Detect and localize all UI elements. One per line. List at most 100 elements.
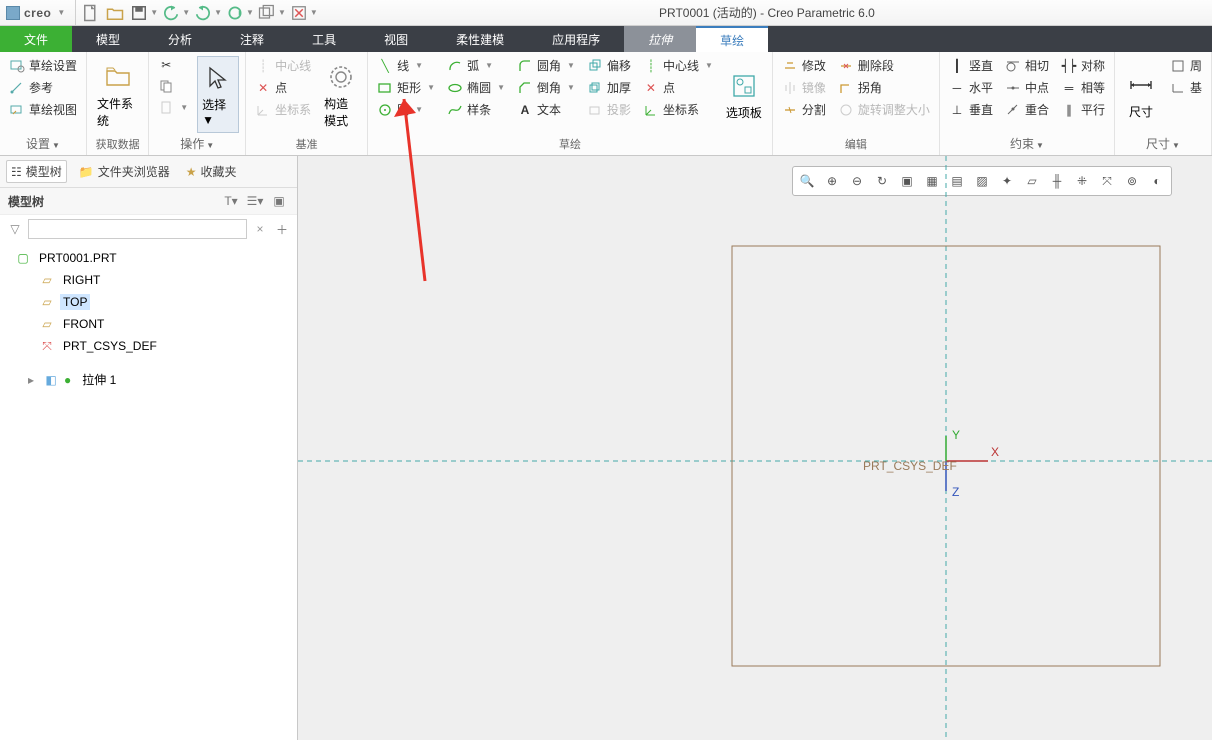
tree-csys[interactable]: ⤧PRT_CSYS_DEF: [12, 335, 297, 357]
canvas[interactable]: 🔍 ⊕ ⊖ ↻ ▣ ▦ ▤ ▨ ✦ ▱ ╫ ⁜ ⤧ ⊚ ◐: [298, 156, 1212, 740]
menu-bar: 文件 模型 分析 注释 工具 视图 柔性建模 应用程序 拉伸 草绘: [0, 26, 1212, 52]
spline-label: 样条: [467, 101, 491, 118]
construct-mode-button[interactable]: 构造模式: [320, 56, 361, 134]
tree-right[interactable]: ▱RIGHT: [12, 269, 297, 291]
corner-button[interactable]: 拐角: [835, 78, 933, 97]
chamfer-button[interactable]: 倒角▼: [514, 78, 578, 97]
clear-search-button[interactable]: ×: [251, 222, 269, 236]
perpendicular-button[interactable]: ⊥垂直: [946, 100, 996, 119]
dim-label: 尺寸: [1129, 103, 1153, 120]
baseline-button[interactable]: 基: [1167, 78, 1205, 97]
regen-dropdown-icon[interactable]: ▼: [246, 8, 254, 17]
logo-dropdown-icon[interactable]: ▼: [57, 8, 65, 17]
offset-button[interactable]: 偏移: [584, 56, 634, 75]
getdata-group-label: 获取数据: [93, 134, 142, 155]
ribbon-group-ops: ✂ ▼ 选择 ▼ 操作▼: [149, 52, 246, 155]
sk-csys-button[interactable]: 坐标系: [640, 100, 716, 119]
parallel-button[interactable]: ∥平行: [1058, 100, 1108, 119]
ribbon-group-dim: 尺寸 周 基 尺寸▼: [1115, 52, 1212, 155]
palette-button[interactable]: 选项板: [722, 56, 766, 134]
equal-button[interactable]: ═相等: [1058, 78, 1108, 97]
tangent-label: 相切: [1025, 57, 1049, 74]
copy-button[interactable]: [155, 77, 191, 95]
sketch-view-button[interactable]: 草绘视图: [6, 100, 80, 119]
perimeter-button[interactable]: 周: [1167, 56, 1205, 75]
tree-front-label: FRONT: [60, 316, 107, 332]
setup-group-label: 设置▼: [6, 133, 80, 155]
line-button[interactable]: ╲线▼: [374, 56, 438, 75]
close-window-button[interactable]: [288, 3, 310, 23]
text-button[interactable]: A文本: [514, 100, 578, 119]
filter-icon[interactable]: ▽: [6, 222, 24, 236]
expand-icon[interactable]: ▸: [28, 373, 34, 387]
ellipse-button[interactable]: 椭圆▼: [444, 78, 508, 97]
menu-view[interactable]: 视图: [360, 26, 432, 52]
sidepanel-title: 模型树: [8, 193, 44, 210]
tangent-button[interactable]: 相切: [1002, 56, 1052, 75]
thicken-button[interactable]: 加厚: [584, 78, 634, 97]
tree-top[interactable]: ▱TOP: [12, 291, 297, 313]
modify-button[interactable]: 修改: [779, 56, 829, 75]
save-dropdown-icon[interactable]: ▼: [150, 8, 158, 17]
tree-extrude[interactable]: ▸◧●拉伸 1: [12, 367, 297, 392]
datum-csys-button: 坐标系: [252, 100, 314, 119]
dimension-button[interactable]: 尺寸: [1121, 56, 1161, 133]
undo-button[interactable]: [160, 3, 182, 23]
windows-button[interactable]: [256, 3, 278, 23]
save-button[interactable]: [128, 3, 150, 23]
tree-tool-2[interactable]: ☰▾: [245, 192, 265, 210]
menu-analysis[interactable]: 分析: [144, 26, 216, 52]
undo-dropdown-icon[interactable]: ▼: [182, 8, 190, 17]
circle-button[interactable]: 圆▼: [374, 100, 438, 119]
regenerate-button[interactable]: [224, 3, 246, 23]
fillet-button[interactable]: 圆角▼: [514, 56, 578, 75]
sk-centerline-button[interactable]: ┊中心线▼: [640, 56, 716, 75]
tree-root[interactable]: ▢PRT0001.PRT: [12, 247, 297, 269]
tab-favorites[interactable]: ★收藏夹: [182, 161, 241, 182]
windows-dropdown-icon[interactable]: ▼: [278, 8, 286, 17]
redo-dropdown-icon[interactable]: ▼: [214, 8, 222, 17]
menu-sketch[interactable]: 草绘: [696, 26, 768, 52]
arc-button[interactable]: 弧▼: [444, 56, 508, 75]
delete-seg-button[interactable]: 删除段: [835, 56, 933, 75]
modify-label: 修改: [802, 57, 826, 74]
cut-button[interactable]: ✂: [155, 56, 191, 74]
sketch-group-label: 草绘: [374, 134, 766, 155]
rotate-resize-button: 旋转调整大小: [835, 100, 933, 119]
menu-extrude[interactable]: 拉伸: [624, 26, 696, 52]
redo-button[interactable]: [192, 3, 214, 23]
divide-button[interactable]: 分割: [779, 100, 829, 119]
new-file-button[interactable]: [80, 3, 102, 23]
tab-folder-browser[interactable]: 📁文件夹浏览器: [75, 161, 174, 182]
rect-label: 矩形: [397, 79, 421, 96]
filesystem-button[interactable]: 文件系统: [93, 56, 142, 134]
tree-tool-1[interactable]: T▾: [221, 192, 241, 210]
menu-file[interactable]: 文件: [0, 26, 72, 52]
menu-tools[interactable]: 工具: [288, 26, 360, 52]
vertical-button[interactable]: ┃竖直: [946, 56, 996, 75]
tab-model-tree[interactable]: ☷模型树: [6, 160, 67, 183]
horizontal-button[interactable]: ─水平: [946, 78, 996, 97]
sk-point-button[interactable]: ✕点: [640, 78, 716, 97]
menu-flex[interactable]: 柔性建模: [432, 26, 528, 52]
spline-button[interactable]: 样条: [444, 100, 508, 119]
menu-apps[interactable]: 应用程序: [528, 26, 624, 52]
vertical-label: 竖直: [969, 57, 993, 74]
coincident-button[interactable]: 重合: [1002, 100, 1052, 119]
menu-annotate[interactable]: 注释: [216, 26, 288, 52]
reference-button[interactable]: 参考: [6, 78, 80, 97]
select-button[interactable]: 选择 ▼: [197, 56, 239, 133]
ribbon-group-constrain: ┃竖直 ─水平 ⊥垂直 相切 中点 重合 ┥┝对称 ═相等 ∥平行 约束▼: [940, 52, 1115, 155]
qat-customize-icon[interactable]: ▼: [310, 8, 318, 17]
open-file-button[interactable]: [104, 3, 126, 23]
rectangle-button[interactable]: 矩形▼: [374, 78, 438, 97]
symmetric-button[interactable]: ┥┝对称: [1058, 56, 1108, 75]
tree-front[interactable]: ▱FRONT: [12, 313, 297, 335]
midpoint-button[interactable]: 中点: [1002, 78, 1052, 97]
search-add-button[interactable]: ＋: [273, 221, 291, 238]
tree-tool-3[interactable]: ▣: [269, 192, 289, 210]
sketch-setup-button[interactable]: 草绘设置: [6, 56, 80, 75]
menu-model[interactable]: 模型: [72, 26, 144, 52]
tree-search-input[interactable]: [28, 219, 247, 239]
datum-point-button[interactable]: ✕点: [252, 78, 314, 97]
